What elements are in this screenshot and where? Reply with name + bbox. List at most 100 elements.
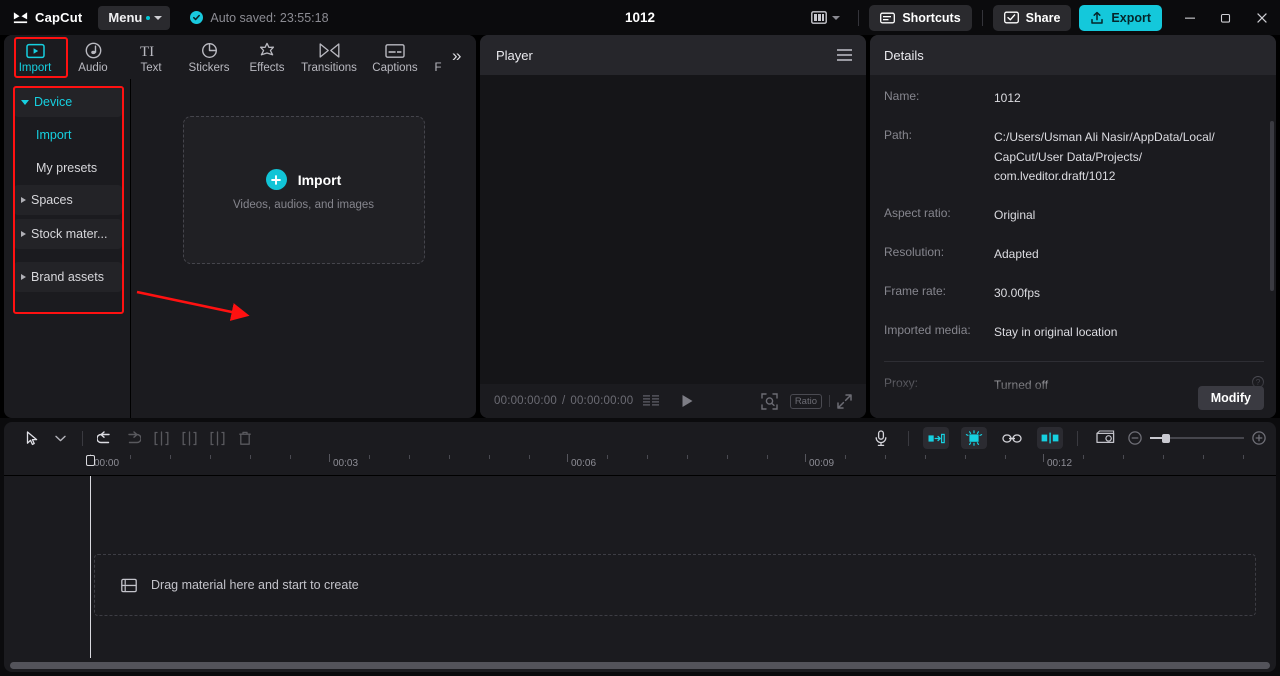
playhead-handle[interactable] <box>86 455 95 466</box>
zoom-out-icon[interactable] <box>1128 431 1142 445</box>
media-content-area: Import Videos, audios, and images <box>131 79 476 418</box>
zoom-slider-track[interactable] <box>1150 433 1244 443</box>
sidebar-item-brand-assets[interactable]: Brand assets <box>14 262 122 292</box>
details-key: Path: <box>884 127 913 142</box>
details-row-aspect-ratio: Aspect ratio: Original <box>884 206 1264 226</box>
timeline-scrollbar-area <box>4 658 1276 672</box>
fullscreen-icon[interactable] <box>837 393 852 409</box>
details-value: Stay in original location <box>994 324 1118 339</box>
details-key: Frame rate: <box>884 283 947 298</box>
details-key: Name: <box>884 89 920 103</box>
tab-captions-label: Captions <box>372 61 418 74</box>
tab-stickers[interactable]: Stickers <box>180 36 238 78</box>
tab-effects[interactable]: Effects <box>238 36 296 78</box>
sidebar-item-stock-materials[interactable]: Stock mater... <box>14 219 122 249</box>
hamburger-menu-icon[interactable] <box>837 49 852 61</box>
details-value: C:/Users/Usman Ali Nasir/AppData/Local/ … <box>994 129 1215 184</box>
trash-icon <box>231 426 259 450</box>
magnet-snap-icon[interactable] <box>961 427 987 449</box>
tab-transitions[interactable]: Transitions <box>296 36 362 78</box>
tab-transitions-label: Transitions <box>301 61 357 74</box>
player-title: Player <box>496 47 533 63</box>
current-timecode: 00:00:00:00 <box>494 395 557 407</box>
cursor-arrow-icon[interactable] <box>18 426 46 450</box>
capcut-window: CapCut Menu Auto saved: 23:55:18 1012 Sh… <box>0 0 1280 676</box>
tab-text-label: Text <box>140 61 162 74</box>
details-body: Name: 1012 Path: C:/Users/Usman Ali Nasi… <box>870 75 1276 418</box>
divider <box>908 430 909 446</box>
tab-stickers-label: Stickers <box>188 61 230 74</box>
details-row-path: Path: C:/Users/Usman Ali Nasir/AppData/L… <box>884 128 1264 187</box>
divider <box>884 361 1264 363</box>
modify-button[interactable]: Modify <box>1197 386 1264 410</box>
timeline-ruler[interactable]: 00:00 00:03 00:06 00:09 00:12 <box>4 454 1276 476</box>
zoom-in-icon[interactable] <box>1252 431 1266 445</box>
share-label: Share <box>1025 10 1061 25</box>
sidebar-item-import[interactable]: Import <box>14 119 122 150</box>
fill-gap-icon[interactable] <box>923 427 949 449</box>
caret-icon <box>21 231 26 237</box>
sidebar-item-label: Stock mater... <box>31 227 108 241</box>
timeline-zoom-slider[interactable] <box>1128 431 1266 445</box>
plus-circle-icon <box>265 169 287 190</box>
tab-import-label: Import <box>18 61 52 74</box>
share-icon <box>1003 11 1019 24</box>
microphone-icon[interactable] <box>868 427 894 449</box>
tab-filters-truncated[interactable]: F <box>428 36 448 78</box>
sidebar-item-label: Brand assets <box>31 270 104 284</box>
play-button[interactable] <box>681 394 694 408</box>
tab-import[interactable]: Import <box>6 36 64 78</box>
caret-icon <box>21 197 26 203</box>
details-value: Original <box>994 208 1036 223</box>
undo-icon[interactable] <box>91 426 119 450</box>
upload-icon <box>1090 11 1104 25</box>
minimize-button[interactable] <box>1172 0 1208 35</box>
app-logo: CapCut <box>12 10 82 25</box>
shortcuts-label: Shortcuts <box>902 10 961 25</box>
caret-icon <box>21 274 26 280</box>
tab-text[interactable]: TI Text <box>122 36 180 78</box>
player-stage[interactable] <box>480 75 866 384</box>
close-button[interactable] <box>1244 0 1280 35</box>
redo-icon <box>119 426 147 450</box>
title-bar: CapCut Menu Auto saved: 23:55:18 1012 Sh… <box>0 0 1280 35</box>
adsorption-icon[interactable] <box>1037 427 1063 449</box>
layout-button[interactable] <box>803 6 848 30</box>
frames-list-icon[interactable] <box>643 394 661 408</box>
playhead-line <box>90 476 91 658</box>
share-button[interactable]: Share <box>992 4 1072 31</box>
menu-button[interactable]: Menu <box>98 5 171 30</box>
trim-left-icon <box>175 426 203 450</box>
app-name: CapCut <box>35 10 83 25</box>
details-scrollbar[interactable] <box>1270 121 1274 291</box>
import-video-icon <box>25 41 45 59</box>
sidebar-item-label: Import <box>36 127 72 142</box>
zoom-fit-icon[interactable] <box>761 392 778 410</box>
svg-text:TI: TI <box>140 44 154 59</box>
maximize-button[interactable] <box>1208 0 1244 35</box>
double-chevron-right-icon[interactable]: » <box>452 46 461 68</box>
divider <box>981 9 983 26</box>
zoom-slider-handle[interactable] <box>1162 433 1170 443</box>
tab-audio[interactable]: Audio <box>64 36 122 78</box>
tab-captions[interactable]: Captions <box>362 36 428 78</box>
sidebar-item-device[interactable]: Device <box>14 87 122 117</box>
sidebar-item-my-presets[interactable]: My presets <box>14 152 122 183</box>
sidebar-item-spaces[interactable]: Spaces <box>14 185 122 215</box>
ratio-button[interactable]: Ratio <box>789 393 822 409</box>
details-key: Aspect ratio: <box>884 206 951 221</box>
ruler-label: 00:03 <box>333 458 359 469</box>
link-icon[interactable] <box>999 427 1025 449</box>
timeline-tracks[interactable]: Drag material here and start to create <box>4 476 1276 672</box>
export-button[interactable]: Export <box>1079 4 1162 31</box>
timeline-drop-hint: Drag material here and start to create <box>151 578 359 592</box>
timeline-panel: 00:00 00:03 00:06 00:09 00:12 Drag mater… <box>4 422 1276 672</box>
tool-dropdown-chevron-down-icon[interactable] <box>46 426 74 450</box>
shortcuts-button[interactable]: Shortcuts <box>869 4 972 31</box>
horizontal-scrollbar[interactable] <box>10 661 1270 669</box>
import-dropzone[interactable]: Import Videos, audios, and images <box>182 116 425 264</box>
preview-window-icon[interactable] <box>1092 427 1118 449</box>
details-row-imported-media: Imported media: Stay in original locatio… <box>884 323 1264 343</box>
timeline-dropzone[interactable]: Drag material here and start to create <box>94 554 1256 616</box>
split-icon <box>147 426 175 450</box>
